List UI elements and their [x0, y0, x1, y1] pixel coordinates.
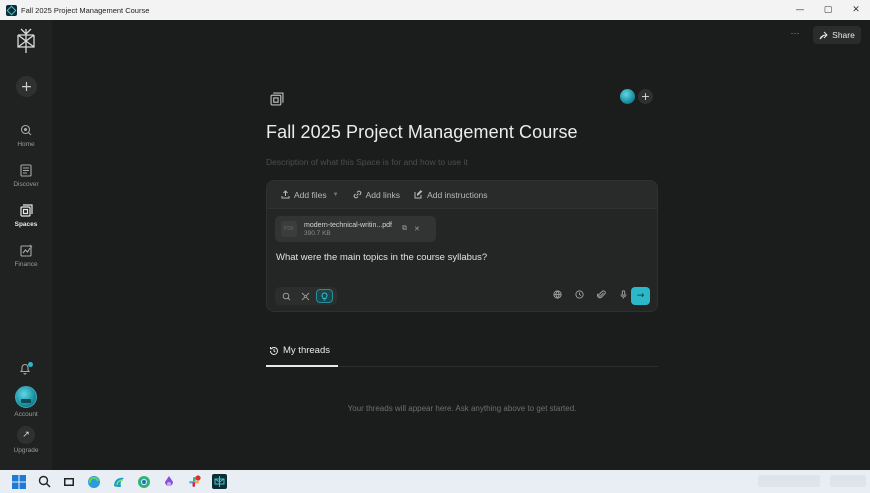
composer-tools	[552, 289, 629, 300]
sidebar-item-label: Discover	[13, 181, 39, 188]
file-copy-icon[interactable]: ⧉	[402, 225, 407, 233]
link-icon	[353, 190, 361, 199]
composer-bottom-bar: →	[267, 285, 657, 307]
share-label: Share	[832, 30, 855, 40]
new-thread-button[interactable]: +	[16, 76, 37, 97]
sidebar-item-home[interactable]: Home	[0, 122, 52, 148]
account-label: Account	[14, 411, 38, 418]
page-title[interactable]: Fall 2025 Project Management Course	[266, 122, 578, 143]
upload-icon	[281, 190, 290, 199]
arrow-up-right-icon: ↗	[17, 426, 35, 444]
add-instructions-label: Add instructions	[427, 189, 488, 200]
upgrade-label: Upgrade	[13, 447, 39, 454]
chart-icon	[18, 242, 34, 258]
window-titlebar: Fall 2025 Project Management Course — ▢ …	[0, 0, 870, 20]
task-view-icon[interactable]	[61, 474, 77, 490]
app-slack-icon[interactable]	[186, 474, 202, 490]
search-icon[interactable]	[36, 474, 52, 490]
add-files-label: Add files	[294, 189, 327, 200]
history-icon	[270, 346, 278, 355]
add-instructions-button[interactable]: Add instructions	[414, 189, 488, 200]
sidebar-item-spaces[interactable]: Spaces	[0, 202, 52, 228]
avatar	[15, 386, 37, 408]
share-button[interactable]: Share	[813, 26, 861, 44]
remove-file-icon[interactable]: ✕	[414, 225, 420, 233]
file-size: 390.7 KB	[304, 229, 331, 237]
chevron-down-icon: ▼	[332, 191, 339, 198]
app-chrome-icon[interactable]	[136, 474, 152, 490]
more-options-button[interactable]: ···	[788, 28, 802, 42]
add-member-button[interactable]: +	[638, 89, 653, 104]
close-button[interactable]: ✕	[842, 0, 870, 20]
file-meta: modern-technical-writin...pdf 390.7 KB	[304, 222, 392, 237]
submit-button[interactable]: →	[631, 287, 650, 305]
attach-icon[interactable]	[596, 289, 607, 300]
minimize-button[interactable]: —	[786, 0, 814, 20]
add-links-label: Add links	[365, 189, 401, 200]
space-icon	[270, 92, 284, 106]
labs-mode-icon[interactable]	[316, 289, 333, 303]
microphone-icon[interactable]	[618, 289, 629, 300]
sidebar-item-label: Spaces	[14, 221, 38, 228]
sidebar-account[interactable]: Account	[0, 386, 52, 418]
space-members: +	[620, 89, 653, 104]
sidebar-item-label: Finance	[14, 261, 38, 268]
active-tab-indicator	[266, 365, 338, 367]
window-title: Fall 2025 Project Management Course	[21, 5, 150, 15]
logo-icon[interactable]	[15, 28, 37, 54]
search-mode-toggle	[275, 287, 337, 305]
share-icon	[819, 31, 828, 39]
query-input[interactable]: What were the main topics in the course …	[276, 252, 487, 263]
app-icon	[6, 4, 17, 16]
app-copilot-icon[interactable]	[111, 474, 127, 490]
sidebar: + Home Discover Spaces Finance Account ↗…	[0, 20, 52, 470]
search-mode-icon[interactable]	[278, 289, 295, 303]
member-avatar[interactable]	[620, 89, 635, 104]
home-search-icon	[18, 122, 34, 138]
browser-edge-icon[interactable]	[86, 474, 102, 490]
notification-bell-icon[interactable]	[19, 362, 33, 376]
edit-icon	[414, 190, 423, 199]
system-tray	[758, 475, 866, 487]
sidebar-item-discover[interactable]: Discover	[0, 162, 52, 188]
tray-clock[interactable]	[830, 475, 866, 487]
attached-file-chip[interactable]: PDF modern-technical-writin...pdf 390.7 …	[275, 216, 436, 242]
sidebar-item-finance[interactable]: Finance	[0, 242, 52, 268]
clock-icon[interactable]	[574, 289, 585, 300]
maximize-button[interactable]: ▢	[814, 0, 842, 20]
window-controls: — ▢ ✕	[786, 0, 870, 20]
sidebar-upgrade[interactable]: ↗ Upgrade	[0, 426, 52, 454]
tab-my-threads[interactable]: My threads	[269, 345, 330, 356]
space-composer-panel: Add files ▼ Add links Add instructions P…	[266, 180, 658, 312]
start-menu-icon[interactable]	[11, 474, 27, 490]
pdf-file-icon: PDF	[281, 221, 297, 237]
tray-weather[interactable]	[758, 475, 820, 487]
spaces-icon	[18, 202, 34, 218]
notification-dot	[28, 362, 33, 367]
sidebar-item-label: Home	[17, 141, 35, 148]
add-files-button[interactable]: Add files ▼	[281, 190, 339, 200]
add-links-button[interactable]: Add links	[353, 189, 401, 200]
file-name: modern-technical-writin...pdf	[304, 221, 392, 229]
newspaper-icon	[18, 162, 34, 178]
panel-toolbar: Add files ▼ Add links Add instructions	[267, 181, 657, 209]
globe-icon[interactable]	[552, 289, 563, 300]
app-purple-icon[interactable]	[161, 474, 177, 490]
research-mode-icon[interactable]	[297, 289, 314, 303]
my-threads-label: My threads	[283, 345, 330, 356]
file-actions: ⧉ ✕	[402, 225, 420, 233]
threads-empty-message: Your threads will appear here. Ask anyth…	[347, 404, 577, 413]
app-perplexity-icon[interactable]	[211, 474, 227, 490]
space-description-input[interactable]: Description of what this Space is for an…	[266, 157, 468, 167]
os-taskbar	[0, 470, 870, 493]
